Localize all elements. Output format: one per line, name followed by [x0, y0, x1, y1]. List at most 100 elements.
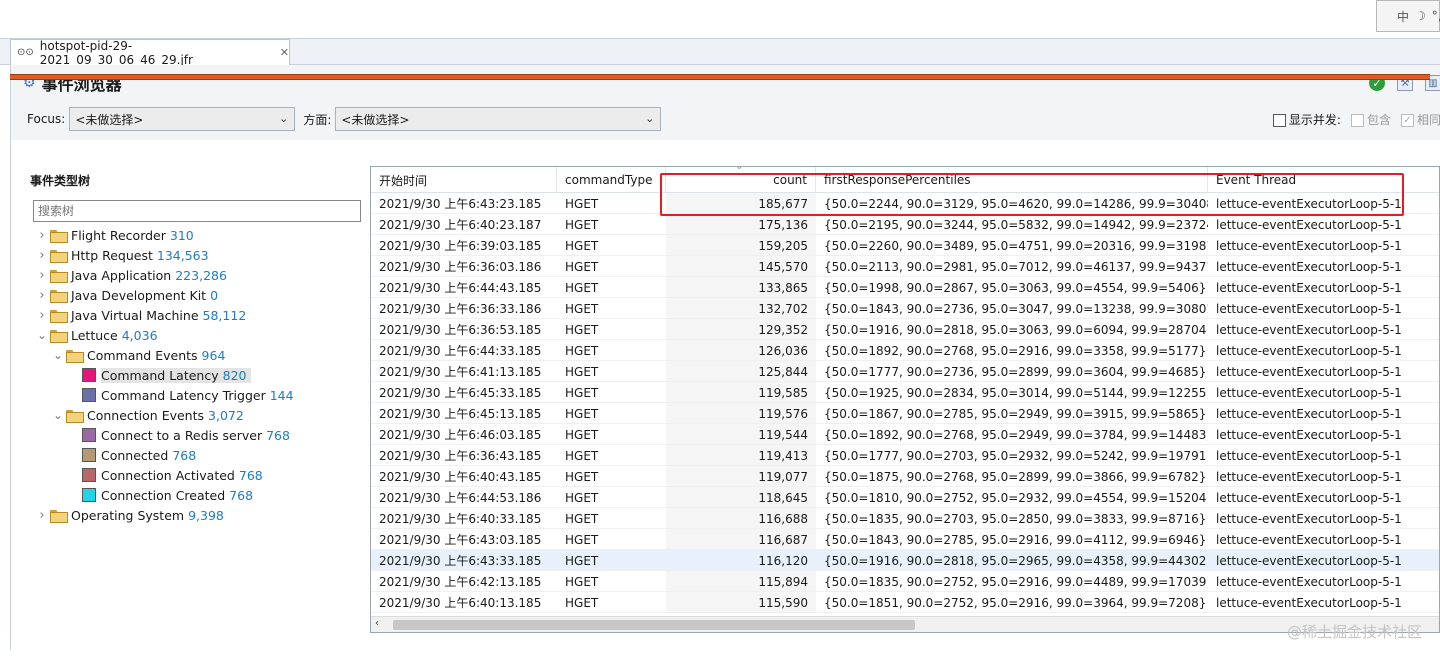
- table-row[interactable]: 2021/9/30 上午6:43:33.185 HGET 116,120 {50.0=…: [371, 550, 1439, 571]
- horizontal-scrollbar[interactable]: ‹: [371, 616, 1439, 632]
- table-cell: HGET: [565, 532, 599, 547]
- table-cell: lettuce-eventExecutorLoop-5-1: [1216, 217, 1402, 232]
- table-cell: lettuce-eventExecutorLoop-5-1: [1216, 595, 1402, 610]
- chevron-down-icon[interactable]: ⌄: [36, 328, 48, 342]
- tree-item[interactable]: Command Latency 820: [28, 365, 368, 385]
- table-row[interactable]: 2021/9/30 上午6:40:43.185 HGET 119,077 {50.0=…: [371, 466, 1439, 487]
- table-cell: HGET: [565, 196, 599, 211]
- aspect-select[interactable]: <未做选择> ⌄: [335, 107, 662, 131]
- show-concurrent-toggle[interactable]: 显示并发:: [1272, 111, 1341, 128]
- table-cell: lettuce-eventExecutorLoop-5-1: [1216, 427, 1402, 442]
- tab-jfr-file[interactable]: ⊙⊙ hotspot-pid-29-2021_09_30_06_46_29.jf…: [10, 39, 290, 67]
- tree-item-count: 310: [169, 227, 194, 243]
- tree-search-input[interactable]: [33, 200, 361, 222]
- table-cell: {50.0=1843, 90.0=2785, 95.0=2916, 99.0=4…: [824, 532, 1207, 547]
- table-cell: HGET: [565, 448, 599, 463]
- tree-item[interactable]: Connection Created 768: [28, 485, 368, 505]
- tree-item-count: 3,072: [208, 407, 244, 423]
- table-row[interactable]: 2021/9/30 上午6:39:03.185 HGET 159,205 {50.0=…: [371, 235, 1439, 256]
- table-cell: HGET: [565, 490, 599, 505]
- column-header[interactable]: 开始时间: [371, 167, 557, 193]
- table-row[interactable]: 2021/9/30 上午6:40:13.185 HGET 115,590 {50.0=…: [371, 592, 1439, 613]
- tree-item-label: Connection Activated: [101, 467, 235, 483]
- tree-item[interactable]: › Java Development Kit 0: [28, 285, 368, 305]
- table-cell: 185,677: [758, 196, 808, 211]
- event-type-tree: › Flight Recorder 310 › Http Request 134,563 ›…: [28, 225, 368, 525]
- table-row[interactable]: 2021/9/30 上午6:43:23.185 HGET 185,677 {50.0=…: [371, 193, 1439, 214]
- table-cell: {50.0=1925, 90.0=2834, 95.0=3014, 99.0=5…: [824, 385, 1208, 400]
- chevron-right-icon[interactable]: ›: [36, 288, 48, 303]
- tree-item-label: Command Latency Trigger: [101, 387, 266, 403]
- tree-item[interactable]: Connection Activated 768: [28, 465, 368, 485]
- ime-indicator[interactable]: 中 ☽ °,: [1376, 0, 1440, 32]
- same-toggle[interactable]: ✓ 相同: [1400, 111, 1440, 128]
- chevron-left-icon[interactable]: ‹: [375, 618, 379, 629]
- tree-item[interactable]: › Java Application 223,286: [28, 265, 368, 285]
- chevron-down-icon[interactable]: ⌄: [52, 348, 64, 362]
- tree-item-count: 768: [238, 467, 263, 483]
- column-header[interactable]: firstResponsePercentiles: [816, 167, 1208, 193]
- tree-item-label: Http Request: [71, 247, 153, 263]
- table-row[interactable]: 2021/9/30 上午6:45:13.185 HGET 119,576 {50.0=…: [371, 403, 1439, 424]
- table-cell: {50.0=2260, 90.0=3489, 95.0=4751, 99.0=2…: [824, 238, 1208, 253]
- tree-item[interactable]: › Java Virtual Machine 58,112: [28, 305, 368, 325]
- table-cell: 115,590: [758, 595, 808, 610]
- chevron-right-icon[interactable]: ›: [36, 508, 48, 523]
- table-cell: {50.0=1875, 90.0=2768, 95.0=2899, 99.0=3…: [824, 469, 1207, 484]
- tree-item[interactable]: › Operating System 9,398: [28, 505, 368, 525]
- table-row[interactable]: 2021/9/30 上午6:44:43.185 HGET 133,865 {50.0=…: [371, 277, 1439, 298]
- tree-item-label: Java Development Kit: [71, 287, 207, 303]
- chevron-down-icon[interactable]: ⌄: [52, 408, 64, 422]
- tree-item[interactable]: › Flight Recorder 310: [28, 225, 368, 245]
- tree-item-count: 4,036: [121, 327, 158, 343]
- table-row[interactable]: 2021/9/30 上午6:46:03.185 HGET 119,544 {50.0=…: [371, 424, 1439, 445]
- table-row[interactable]: 2021/9/30 上午6:40:33.185 HGET 116,688 {50.0=…: [371, 508, 1439, 529]
- table-cell: 2021/9/30 上午6:45:13.185: [379, 407, 542, 421]
- color-swatch-icon: [82, 428, 96, 442]
- tree-item[interactable]: ⌄ Command Events 964: [28, 345, 368, 365]
- table-row[interactable]: 2021/9/30 上午6:44:33.185 HGET 126,036 {50.0=…: [371, 340, 1439, 361]
- table-cell: 145,570: [758, 259, 808, 274]
- table-cell: 2021/9/30 上午6:36:33.186: [379, 302, 542, 316]
- table-row[interactable]: 2021/9/30 上午6:42:13.185 HGET 115,894 {50.0=…: [371, 571, 1439, 592]
- table-cell: lettuce-eventExecutorLoop-5-1: [1216, 238, 1402, 253]
- scrollbar-thumb[interactable]: [393, 620, 915, 630]
- contain-toggle[interactable]: 包含: [1350, 111, 1391, 128]
- tree-item[interactable]: Connected 768: [28, 445, 368, 465]
- table-cell: 119,413: [758, 448, 808, 463]
- color-swatch-icon: [82, 468, 96, 482]
- color-swatch-icon: [82, 488, 96, 502]
- table-row[interactable]: 2021/9/30 上午6:45:33.185 HGET 119,585 {50.0=…: [371, 382, 1439, 403]
- table-row[interactable]: 2021/9/30 上午6:40:23.187 HGET 175,136 {50.0=…: [371, 214, 1439, 235]
- tree-item[interactable]: Connect to a Redis server 768: [28, 425, 368, 445]
- tree-item-label: Connected: [101, 447, 169, 463]
- chevron-right-icon[interactable]: ›: [36, 248, 48, 263]
- table-cell: HGET: [565, 364, 599, 379]
- table-cell: HGET: [565, 511, 599, 526]
- tree-item[interactable]: ⌄ Connection Events 3,072: [28, 405, 368, 425]
- chevron-right-icon[interactable]: ›: [36, 308, 48, 323]
- column-header[interactable]: commandType: [557, 167, 666, 193]
- column-header[interactable]: Event Thread: [1208, 167, 1439, 193]
- table-row[interactable]: 2021/9/30 上午6:44:53.186 HGET 118,645 {50.0=…: [371, 487, 1439, 508]
- table-row[interactable]: 2021/9/30 上午6:36:53.185 HGET 129,352 {50.0=…: [371, 319, 1439, 340]
- same-label: 相同: [1416, 113, 1440, 127]
- tree-item[interactable]: › Http Request 134,563: [28, 245, 368, 265]
- tree-item[interactable]: ⌄ Lettuce 4,036: [28, 325, 368, 345]
- table-cell: 119,585: [758, 385, 808, 400]
- table-cell: {50.0=2244, 90.0=3129, 95.0=4620, 99.0=1…: [824, 196, 1208, 211]
- table-row[interactable]: 2021/9/30 上午6:36:43.185 HGET 119,413 {50.0=…: [371, 445, 1439, 466]
- chevron-right-icon[interactable]: ›: [36, 228, 48, 243]
- table-cell: lettuce-eventExecutorLoop-5-1: [1216, 196, 1402, 211]
- table-row[interactable]: 2021/9/30 上午6:41:13.185 HGET 125,844 {50.0=…: [371, 361, 1439, 382]
- tree-item[interactable]: Command Latency Trigger 144: [28, 385, 368, 405]
- close-icon[interactable]: ✕: [280, 46, 289, 59]
- table-row[interactable]: 2021/9/30 上午6:43:03.185 HGET 116,687 {50.0=…: [371, 529, 1439, 550]
- chevron-right-icon[interactable]: ›: [36, 268, 48, 283]
- tree-item-count: 9,398: [188, 507, 224, 523]
- table-cell: lettuce-eventExecutorLoop-5-1: [1216, 406, 1402, 421]
- table-cell: 175,136: [758, 217, 808, 232]
- table-row[interactable]: 2021/9/30 上午6:36:33.186 HGET 132,702 {50.0=…: [371, 298, 1439, 319]
- table-row[interactable]: 2021/9/30 上午6:36:03.186 HGET 145,570 {50.0=…: [371, 256, 1439, 277]
- tree-item-count: 58,112: [202, 307, 247, 323]
